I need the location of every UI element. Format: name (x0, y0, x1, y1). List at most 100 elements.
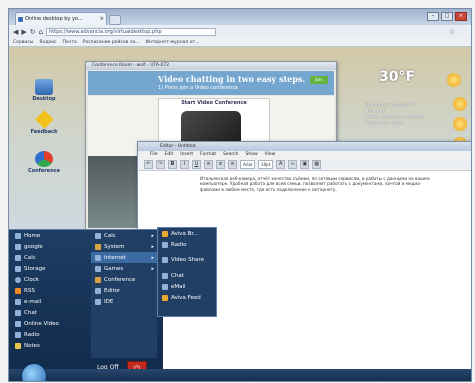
weather-details: Thursday, February 07 New York Cooler, s… (365, 103, 437, 127)
video-header: Video chatting in two easy steps. 1) Pre… (88, 71, 334, 95)
start-right-ide[interactable]: IDE (91, 296, 157, 307)
start-item-home[interactable]: Home (9, 230, 87, 241)
start-right-editor[interactable]: Editor (91, 285, 157, 296)
desktop-icon-label: Desktop (32, 96, 56, 102)
start-item-rss[interactable]: RSS (9, 285, 87, 296)
align-right-icon[interactable]: ≡ (228, 160, 237, 169)
maximize-button[interactable]: □ (441, 12, 453, 21)
submenu-item[interactable]: Aviva Br... (158, 228, 216, 239)
back-icon[interactable]: ◀ (13, 28, 18, 36)
mail-icon (15, 298, 21, 305)
italic-icon[interactable]: I (180, 160, 189, 169)
video-subline: 1) Press Join a Video conference (158, 85, 239, 91)
radio-icon (15, 331, 21, 338)
start-item-chat[interactable]: Chat (9, 307, 87, 318)
start-right-games[interactable]: Games ▸ (91, 263, 157, 274)
calculator-icon (95, 232, 101, 239)
image-icon[interactable]: ▣ (300, 160, 310, 169)
folder-icon (35, 79, 53, 95)
start-right-internet[interactable]: Internet ▸ (91, 252, 157, 263)
redo-icon[interactable]: ↷ (156, 160, 165, 169)
close-button[interactable]: × (455, 12, 467, 21)
menu-file[interactable]: File (150, 151, 158, 159)
bookmark-item[interactable]: Расписание рейсов ло... (83, 40, 140, 45)
start-item-notes[interactable]: Notes (9, 340, 87, 351)
video-icon (15, 320, 21, 327)
underline-icon[interactable]: U (192, 160, 201, 169)
sun-icon (447, 73, 461, 87)
tab-title: Online desktop by yo… (25, 16, 83, 22)
undo-icon[interactable]: ↶ (144, 160, 153, 169)
address-bar[interactable]: https://www.advancia.org/virtualdesktop.… (46, 27, 217, 36)
size-select[interactable]: 10pt (258, 160, 274, 169)
font-select[interactable]: Arial (240, 160, 256, 169)
submenu-item[interactable]: Video Share (158, 250, 216, 270)
start-right-calc[interactable]: Calc ▸ (91, 230, 157, 241)
mail-icon (162, 283, 168, 290)
start-item-calc[interactable]: Calc (9, 252, 87, 263)
bookmark-item[interactable]: Яндекс (39, 40, 56, 45)
color-icon[interactable]: A (276, 160, 286, 169)
bookmark-item[interactable]: Интернет-журнал от... (146, 40, 200, 45)
reload-icon[interactable]: ↻ (30, 28, 36, 36)
menu-show[interactable]: Show (246, 151, 258, 159)
start-item-label: Home (24, 232, 41, 239)
start-item-storage[interactable]: Storage (9, 263, 87, 274)
menu-view[interactable]: View (265, 151, 276, 159)
tab-bar: Online desktop by yo… × – □ × (9, 9, 471, 25)
submenu-item[interactable]: Chat (158, 270, 216, 281)
url-text: https://www.advancia.org/virtualdesktop.… (49, 28, 162, 35)
chat-icon (15, 309, 21, 316)
submenu-item[interactable]: Radio (158, 239, 216, 250)
browser-window: Online desktop by yo… × – □ × ◀ ▶ ↻ ⌂ ht… (8, 8, 472, 382)
new-tab-button[interactable] (109, 15, 121, 25)
home-icon[interactable]: ⌂ (39, 28, 43, 36)
start-item-label: Storage (24, 265, 46, 272)
weather-line: Asheroots, storm (365, 121, 404, 126)
bold-icon[interactable]: B (168, 160, 177, 169)
start-item-google[interactable]: google (9, 241, 87, 252)
menu-edit[interactable]: Edit (165, 151, 174, 159)
forward-icon[interactable]: ▶ (21, 28, 26, 36)
link-icon[interactable]: ∞ (288, 160, 298, 169)
star-icon[interactable]: ☆ (449, 28, 455, 36)
ide-icon (95, 298, 101, 305)
start-item-email[interactable]: e-mail (9, 296, 87, 307)
submenu-label: Chat (171, 272, 184, 279)
align-center-icon[interactable]: ≡ (216, 160, 225, 169)
submenu-item[interactable]: eMail (158, 281, 216, 292)
video-icon (162, 257, 168, 263)
menu-search[interactable]: Search (223, 151, 238, 159)
menu-insert[interactable]: Insert (180, 151, 193, 159)
start-right-label: Calc (104, 232, 116, 239)
bookmark-item[interactable]: Почта (63, 40, 77, 45)
start-right-conference[interactable]: Conference (91, 274, 157, 285)
start-item-clock[interactable]: Clock (9, 274, 87, 285)
menu-format[interactable]: Format (200, 151, 216, 159)
desktop-icon-conference[interactable]: Conference (27, 151, 61, 174)
notes-icon (15, 342, 21, 349)
submenu-item[interactable]: Aviva Feed (158, 292, 216, 303)
start-right-system[interactable]: System ▸ (91, 241, 157, 252)
video-window-title[interactable]: Conference Room - wolf - UTA-072 (86, 62, 336, 70)
table-icon[interactable]: ▦ (312, 160, 322, 169)
align-left-icon[interactable]: ≡ (204, 160, 213, 169)
start-item-online-video[interactable]: Online Video (9, 318, 87, 329)
desktop-icon-desktop[interactable]: Desktop (27, 79, 61, 102)
minimize-button[interactable]: – (427, 12, 439, 21)
browser-tab[interactable]: Online desktop by yo… × (15, 12, 107, 25)
submenu-label: Video Share (171, 257, 205, 263)
start-item-label: Online Video (24, 320, 59, 327)
feedback-icon (34, 110, 54, 129)
bookmark-item[interactable]: Cервисы (13, 40, 33, 45)
editor-content[interactable]: Итальянская веб-камера, отчёт качество с… (200, 176, 440, 192)
desktop-icon-feedback[interactable]: Feedback (27, 110, 61, 135)
home-icon (15, 232, 21, 239)
editor-title[interactable]: Editor - Untitled (138, 142, 471, 151)
favicon-icon (18, 16, 23, 22)
start-item-radio[interactable]: Radio (9, 329, 87, 340)
sun-icon (453, 117, 467, 131)
tab-close-icon[interactable]: × (100, 16, 104, 22)
join-button[interactable]: Join (310, 76, 328, 84)
sun-icon (453, 97, 467, 111)
